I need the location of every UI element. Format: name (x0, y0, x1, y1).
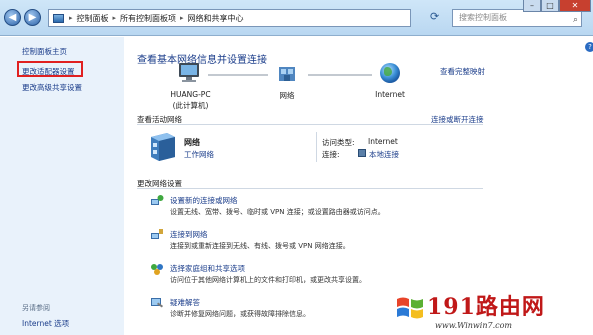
breadcrumb-network-center[interactable]: 网络和共享中心 (188, 13, 244, 24)
connection-label: 连接: (322, 150, 340, 159)
task-setup-connection-desc: 设置无线、宽带、拨号、临时或 VPN 连接；或设置路由器或访问点。 (170, 208, 385, 216)
chevron-right-icon: ▸ (69, 14, 73, 22)
access-type-value: Internet (368, 137, 398, 146)
task-troubleshoot-desc: 诊断并修复网络问题，或获得故障排除信息。 (170, 310, 310, 318)
close-button[interactable]: ✕ (559, 0, 591, 12)
pc-sub-label: (此计算机) (172, 101, 209, 110)
task-homegroup-desc: 访问位于其他网络计算机上的文件和打印机，或更改共享设置。 (170, 276, 366, 284)
maximize-button[interactable]: □ (541, 0, 559, 12)
watermark-text: 191路由网 (427, 294, 545, 320)
task-troubleshoot-link[interactable]: 疑难解答 (170, 297, 200, 308)
refresh-icon[interactable]: ⟳ (430, 10, 444, 26)
chevron-right-icon: ▸ (180, 14, 184, 22)
highlight-box (17, 61, 83, 77)
sidebar-item-home[interactable]: 控制面板主页 (22, 46, 67, 57)
connect-network-icon (151, 229, 163, 239)
see-also-label: 另请参阅 (22, 304, 50, 312)
homegroup-icon (151, 264, 163, 275)
watermark-url: www.Winwin7.com (435, 321, 513, 330)
chevron-right-icon: ▸ (112, 14, 117, 22)
network-name: 网络 (184, 138, 200, 147)
access-type-label: 访问类型: (322, 138, 355, 147)
windows-logo-icon (397, 297, 423, 319)
internet-label: Internet (375, 90, 405, 99)
task-setup-connection-link[interactable]: 设置新的连接或网络 (170, 195, 238, 206)
address-bar[interactable]: ▸ 控制面板 ▸ 所有控制面板项 ▸ 网络和共享中心 (48, 9, 411, 27)
task-homegroup-link[interactable]: 选择家庭组和共享选项 (170, 263, 245, 274)
connection-line (308, 74, 372, 76)
minimize-button[interactable]: – (523, 0, 541, 12)
view-full-map-link[interactable]: 查看完整映射 (440, 66, 485, 77)
lan-connection-icon (358, 149, 366, 157)
network-type-link[interactable]: 工作网络 (184, 149, 214, 160)
network-icon (279, 67, 295, 81)
window-controls: – □ ✕ (523, 0, 591, 12)
forward-arrow-icon[interactable]: ▶ (24, 9, 41, 26)
watermark: 191路由网 www.Winwin7.com (395, 285, 593, 335)
internet-globe-icon (380, 63, 400, 83)
search-placeholder: 搜索控制面板 (459, 13, 507, 22)
title-bar: ◀ ▶ ▸ 控制面板 ▸ 所有控制面板项 ▸ 网络和共享中心 ⟳ 搜索控制面板 … (0, 0, 593, 36)
computer-icon (179, 63, 199, 82)
divider (137, 188, 483, 189)
divider (316, 132, 317, 162)
local-connection-link[interactable]: 本地连接 (369, 149, 399, 160)
new-connection-icon (151, 195, 164, 205)
divider (137, 124, 483, 125)
sidebar-item-advanced-sharing[interactable]: 更改高级共享设置 (22, 82, 82, 93)
troubleshoot-icon (151, 298, 164, 308)
page-title: 查看基本网络信息并设置连接 (137, 55, 267, 66)
network-bench-icon (151, 133, 175, 161)
sidebar-item-internet-options[interactable]: Internet 选项 (22, 318, 69, 329)
control-panel-icon (53, 13, 64, 23)
task-connect-network-link[interactable]: 连接到网络 (170, 229, 208, 240)
help-icon[interactable]: ? (585, 42, 593, 52)
connection-line (208, 74, 268, 76)
pc-name-label: HUANG-PC (170, 90, 211, 99)
network-label: 网络 (279, 91, 295, 100)
breadcrumb-control-panel[interactable]: 控制面板 (77, 13, 109, 24)
breadcrumb-all-items[interactable]: 所有控制面板项 (120, 13, 176, 24)
task-connect-network-desc: 连接到或重新连接到无线、有线、拨号或 VPN 网络连接。 (170, 242, 350, 250)
back-arrow-icon[interactable]: ◀ (4, 9, 21, 26)
search-icon[interactable]: ⌕ (573, 12, 578, 28)
